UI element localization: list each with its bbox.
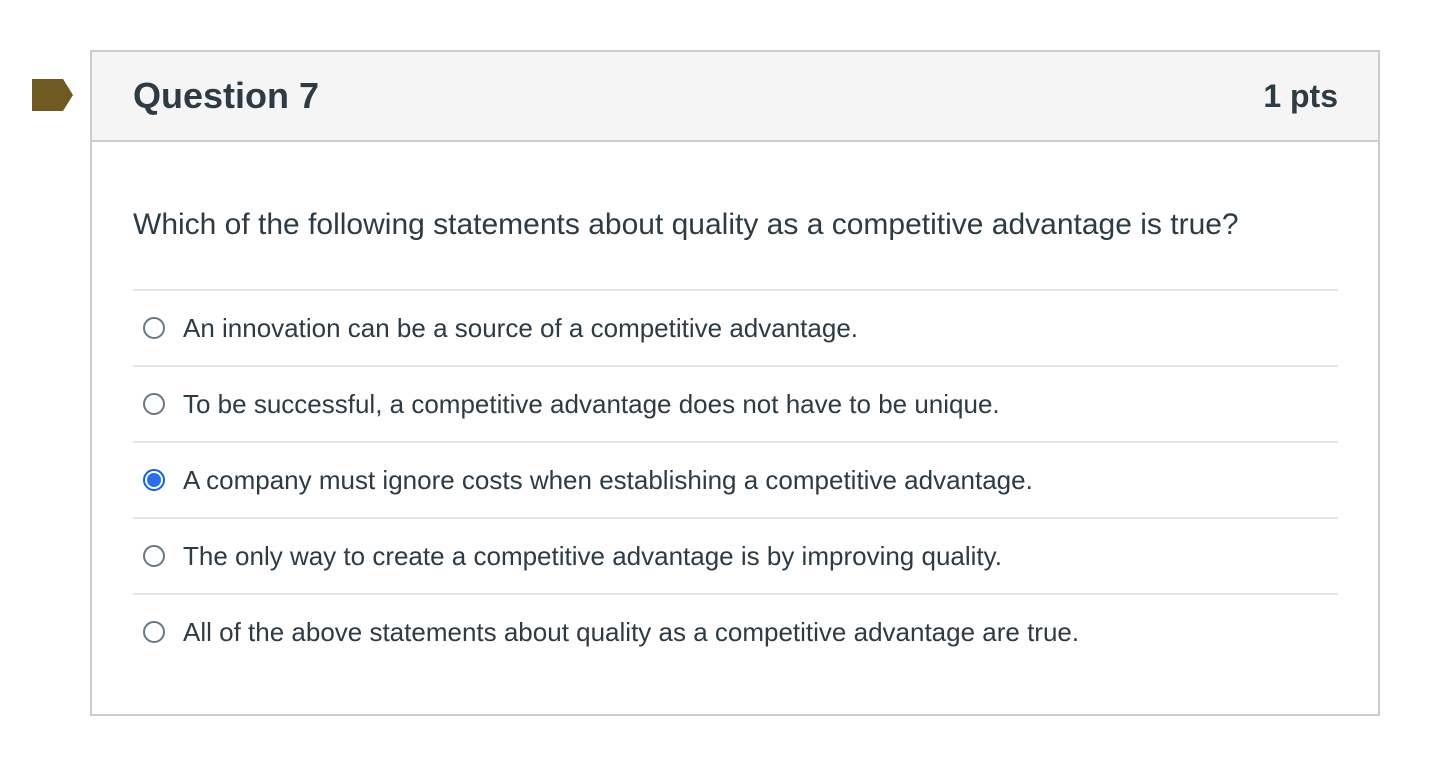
flag-question-icon[interactable] (32, 79, 73, 111)
radio-button[interactable] (143, 545, 165, 567)
answer-option[interactable]: The only way to create a competitive adv… (133, 519, 1338, 595)
answer-list: An innovation can be a source of a compe… (133, 289, 1338, 669)
answer-label: All of the above statements about qualit… (183, 616, 1080, 647)
question-card: Question 7 1 pts Which of the following … (90, 50, 1380, 716)
bookmark-flag-icon (32, 79, 73, 111)
question-header: Question 7 1 pts (92, 52, 1378, 142)
radio-button[interactable] (143, 393, 165, 415)
answer-option[interactable]: An innovation can be a source of a compe… (133, 291, 1338, 367)
answer-label: To be successful, a competitive advantag… (183, 388, 1000, 419)
question-title: Question 7 (133, 75, 320, 116)
answer-option[interactable]: To be successful, a competitive advantag… (133, 367, 1338, 443)
answer-label: The only way to create a competitive adv… (183, 540, 1002, 571)
radio-button[interactable] (143, 469, 165, 491)
question-text: Which of the following statements about … (133, 208, 1239, 241)
radio-button[interactable] (143, 317, 165, 339)
answer-option[interactable]: A company must ignore costs when establi… (133, 443, 1338, 519)
question-body: Which of the following statements about … (92, 142, 1378, 669)
answer-label: An innovation can be a source of a compe… (183, 312, 858, 343)
quiz-page: Question 7 1 pts Which of the following … (0, 0, 1456, 778)
radio-button[interactable] (143, 621, 165, 643)
answer-label: A company must ignore costs when establi… (183, 464, 1033, 495)
answer-option[interactable]: All of the above statements about qualit… (133, 595, 1338, 669)
question-points: 1 pts (1263, 77, 1338, 114)
